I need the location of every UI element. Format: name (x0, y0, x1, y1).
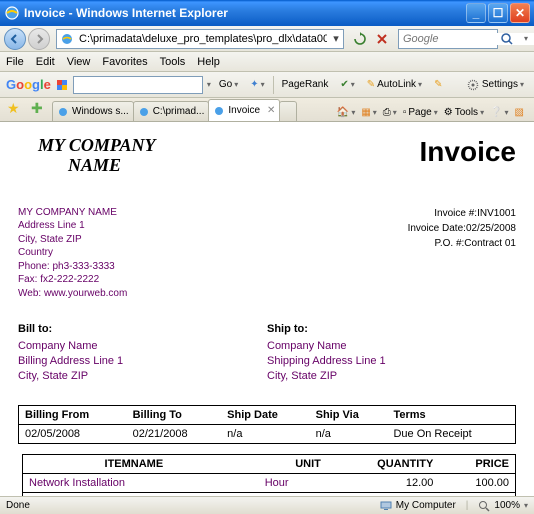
stop-button[interactable] (372, 29, 392, 49)
google-go-button[interactable]: Go▾ (215, 78, 242, 91)
check-icon: ✔ (340, 79, 348, 90)
google-brand-icon (55, 78, 69, 92)
menu-favorites[interactable]: Favorites (102, 56, 147, 68)
autofill-icon: ✎ (434, 79, 442, 90)
shipping-terms-table: Billing From Billing To Ship Date Ship V… (18, 405, 516, 444)
help-icon: ❔ (490, 107, 502, 118)
research-button[interactable]: ▧ (515, 107, 524, 118)
search-box-wrapper (398, 29, 498, 49)
rss-icon: ▦ (361, 107, 370, 118)
bookmark-icon: ✦ (250, 79, 258, 90)
col-ship-date: Ship Date (221, 406, 309, 425)
tools-menu-button[interactable]: ⚙Tools▾ (444, 107, 484, 118)
col-billing-to: Billing To (127, 406, 222, 425)
menu-file[interactable]: File (6, 56, 24, 68)
new-tab-button[interactable] (279, 101, 297, 121)
tools-gear-icon: ⚙ (444, 107, 453, 118)
company-name-header: MY COMPANY NAME (18, 136, 156, 176)
zoom-icon[interactable] (478, 500, 490, 512)
tab-close-icon[interactable]: ✕ (267, 105, 275, 116)
col-ship-via: Ship Via (310, 406, 388, 425)
home-button[interactable]: 🏠▾ (337, 107, 355, 118)
autolink-button[interactable]: ✎AutoLink▾ (363, 78, 426, 91)
search-button[interactable] (500, 32, 520, 46)
google-bookmark-button[interactable]: ✦▾ (246, 78, 268, 91)
google-toolbar: Google ▾ Go▾ ✦▾ PageRank ✔▾ ✎AutoLink▾ ✎… (0, 72, 534, 98)
close-button[interactable]: ✕ (510, 3, 530, 23)
window-titlebar: Invoice - Windows Internet Explorer _ ☐ … (0, 0, 534, 26)
menu-help[interactable]: Help (197, 56, 220, 68)
autolink-icon: ✎ (367, 79, 375, 90)
home-icon: 🏠 (337, 107, 349, 118)
status-text: Done (6, 500, 30, 511)
bill-to-block: Bill to: Company Name Billing Address Li… (18, 322, 267, 383)
print-button[interactable]: ⎙▾ (383, 107, 397, 118)
refresh-button[interactable] (350, 29, 370, 49)
col-terms: Terms (387, 406, 515, 425)
col-billing-from: Billing From (19, 406, 127, 425)
tab-windows[interactable]: Windows s... (52, 101, 134, 121)
menu-edit[interactable]: Edit (36, 56, 55, 68)
autofill-button[interactable]: ✎ (430, 78, 446, 91)
maximize-button[interactable]: ☐ (488, 3, 508, 23)
tab-invoice[interactable]: Invoice ✕ (208, 99, 280, 121)
computer-icon (380, 500, 392, 512)
research-icon: ▧ (515, 107, 524, 118)
col-price: PRICE (439, 455, 515, 474)
line-items-table: ITEMNAME UNIT QUANTITY PRICE Network Ins… (22, 454, 516, 496)
add-favorites-icon[interactable]: ✚ (31, 100, 49, 118)
gear-icon (466, 78, 480, 92)
tab-page-icon (213, 105, 225, 117)
company-address-block: MY COMPANY NAME Address Line 1 City, Sta… (18, 206, 127, 301)
zoom-level[interactable]: 100% (494, 500, 520, 511)
security-zone: My Computer (396, 500, 456, 511)
ship-to-block: Ship to: Company Name Shipping Address L… (267, 322, 516, 383)
forward-button[interactable] (28, 28, 50, 50)
url-field-wrapper: ▾ (56, 29, 344, 49)
table-row: Client Meeting Hour 1.00 35.00 (23, 493, 516, 496)
pagerank-button[interactable]: PageRank (278, 78, 333, 91)
col-quantity: QUANTITY (327, 455, 439, 474)
invoice-meta: Invoice #:INV1001 Invoice Date:02/25/200… (408, 206, 516, 301)
tab-primadata[interactable]: C:\primad... (133, 101, 210, 121)
search-dropdown[interactable]: ▾ (522, 34, 530, 43)
page-icon: ▫ (403, 107, 407, 118)
url-input[interactable] (77, 33, 329, 45)
ie-app-icon (4, 5, 20, 21)
google-logo: Google (6, 77, 51, 92)
menu-tools[interactable]: Tools (160, 56, 186, 68)
col-unit: UNIT (245, 455, 327, 474)
window-title: Invoice - Windows Internet Explorer (24, 6, 466, 20)
menu-bar: File Edit View Favorites Tools Help (0, 52, 534, 72)
menu-view[interactable]: View (67, 56, 91, 68)
tab-bar: ★ ✚ Windows s... C:\primad... Invoice ✕ … (0, 98, 534, 122)
tab-page-icon (138, 106, 150, 118)
invoice-title: Invoice (420, 136, 516, 176)
document-viewport[interactable]: MY COMPANY NAME Invoice MY COMPANY NAME … (0, 122, 534, 496)
back-button[interactable] (4, 28, 26, 50)
check-button[interactable]: ✔▾ (336, 78, 358, 91)
page-menu-button[interactable]: ▫Page▾ (403, 107, 438, 118)
google-search-input[interactable] (73, 76, 203, 94)
settings-button[interactable]: Settings▾ (462, 77, 528, 93)
col-itemname: ITEMNAME (23, 455, 245, 474)
favorites-star-icon[interactable]: ★ (7, 100, 25, 118)
page-icon (59, 31, 75, 47)
address-bar: ▾ ▾ (0, 26, 534, 52)
feeds-button[interactable]: ▦▾ (361, 107, 376, 118)
status-bar: Done My Computer | 100% ▾ (0, 496, 534, 514)
print-icon: ⎙ (383, 107, 391, 118)
help-button[interactable]: ❔▾ (490, 107, 508, 118)
table-row: 02/05/2008 02/21/2008 n/a n/a Due On Rec… (19, 425, 516, 444)
url-dropdown[interactable]: ▾ (329, 32, 343, 45)
table-row: Network Installation Hour 12.00 100.00 (23, 474, 516, 493)
google-search-dropdown[interactable]: ▾ (207, 80, 211, 89)
tab-page-icon (57, 106, 69, 118)
zoom-dropdown[interactable]: ▾ (524, 501, 528, 510)
minimize-button[interactable]: _ (466, 3, 486, 23)
